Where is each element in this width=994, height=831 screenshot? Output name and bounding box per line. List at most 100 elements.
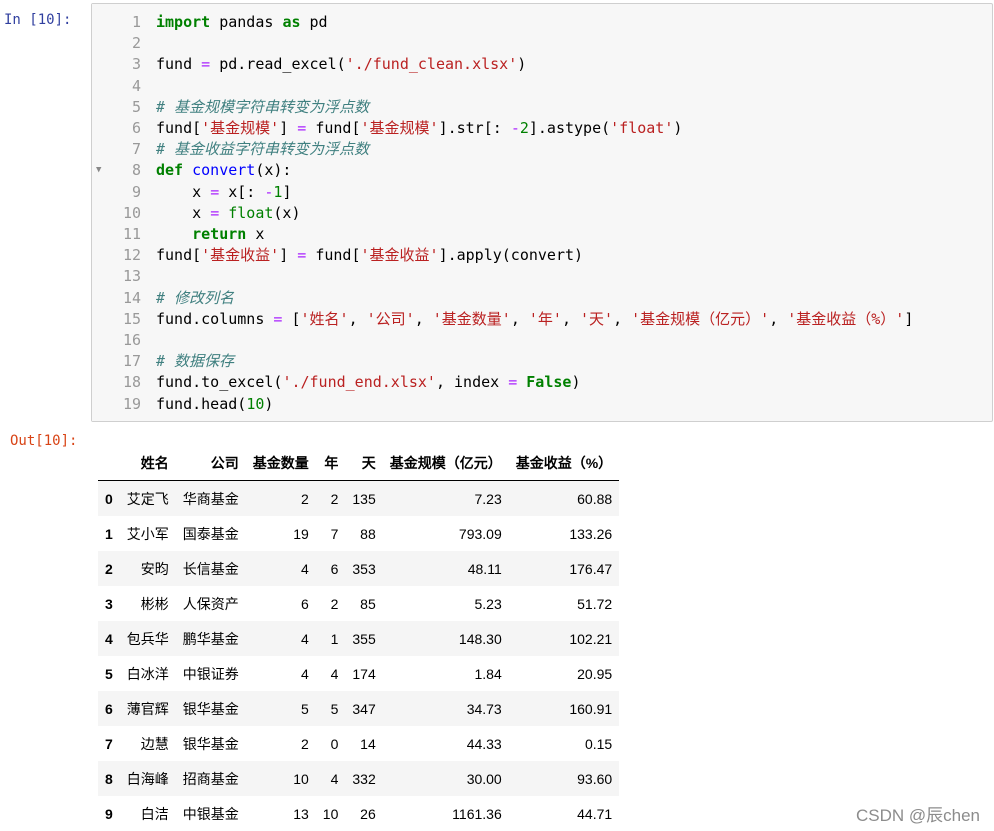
table-cell: 4: [246, 656, 316, 691]
table-cell: 133.26: [509, 516, 619, 551]
code-token: '天': [580, 310, 613, 328]
table-cell: 国泰基金: [176, 516, 246, 551]
code-token: '基金收益': [361, 246, 439, 264]
table-cell: 白洁: [120, 796, 176, 831]
table-cell: 人保资产: [176, 586, 246, 621]
code-token: pd.read_excel(: [210, 55, 345, 73]
table-cell: 银华基金: [176, 691, 246, 726]
code-line: 8▼def convert(x):: [92, 160, 992, 181]
code-token: ].astype(: [529, 119, 610, 137]
table-cell: 安昀: [120, 551, 176, 586]
output-prompt: Out[10]:: [10, 433, 77, 449]
code-line: 15 fund.columns = ['姓名', '公司', '基金数量', '年…: [92, 309, 992, 330]
code-token: # 数据保存: [156, 352, 234, 370]
code-token: return: [192, 225, 246, 243]
code-token: x: [156, 204, 210, 222]
code-token: x: [246, 225, 264, 243]
code-line: 16: [92, 330, 992, 351]
table-cell: 353: [345, 551, 382, 586]
code-token: fund[: [156, 246, 201, 264]
row-index: 6: [98, 691, 120, 726]
code-text: fund.head(10): [156, 394, 273, 415]
code-token: ): [517, 55, 526, 73]
code-line: 14# 修改列名: [92, 288, 992, 309]
line-number: 9: [92, 182, 141, 203]
code-token: fund[: [306, 119, 360, 137]
code-line: 13: [92, 266, 992, 287]
code-token: '基金规模（亿元）': [631, 310, 769, 328]
table-cell: 边慧: [120, 726, 176, 761]
code-token: pd: [301, 13, 328, 31]
column-header: 年: [316, 445, 346, 481]
table-cell: 347: [345, 691, 382, 726]
column-header: 基金收益（%）: [509, 445, 619, 481]
code-cell[interactable]: 1import pandas as pd23fund = pd.read_exc…: [91, 3, 993, 422]
table-cell: 6: [316, 551, 346, 586]
code-token: '基金收益（%）': [787, 310, 904, 328]
code-token: ]: [279, 119, 297, 137]
table-cell: 艾定飞: [120, 481, 176, 517]
chevron-down-icon[interactable]: ▼: [96, 160, 101, 181]
line-number: 7: [92, 139, 141, 160]
code-line: 11 return x: [92, 224, 992, 245]
table-cell: 93.60: [509, 761, 619, 796]
table-cell: 20.95: [509, 656, 619, 691]
table-cell: 4: [316, 656, 346, 691]
column-header: 基金数量: [246, 445, 316, 481]
code-token: ]: [904, 310, 913, 328]
table-cell: 148.30: [383, 621, 509, 656]
input-prompt: In [10]:: [4, 12, 71, 28]
code-token: # 基金收益字符串转变为浮点数: [156, 140, 369, 158]
table-cell: 华商基金: [176, 481, 246, 517]
table-cell: 彬彬: [120, 586, 176, 621]
code-line: 17# 数据保存: [92, 351, 992, 372]
code-token: '年': [529, 310, 562, 328]
table-row: 9白洁中银基金1310261161.3644.71: [98, 796, 619, 831]
line-number: 1: [92, 12, 141, 33]
line-number: 4: [92, 76, 141, 97]
table-cell: 48.11: [383, 551, 509, 586]
row-index: 4: [98, 621, 120, 656]
code-token: =: [508, 373, 517, 391]
code-token: , index: [436, 373, 508, 391]
code-token: '基金收益': [201, 246, 279, 264]
table-cell: 2: [246, 481, 316, 517]
table-cell: 包兵华: [120, 621, 176, 656]
code-token: -: [511, 119, 520, 137]
code-token: [219, 204, 228, 222]
code-text: x = x[: -1]: [156, 182, 291, 203]
table-cell: 10: [316, 796, 346, 831]
code-token: (x): [273, 204, 300, 222]
table-body: 0艾定飞华商基金221357.2360.881艾小军国泰基金19788793.0…: [98, 481, 619, 831]
code-line: 10 x = float(x): [92, 203, 992, 224]
table-row: 6薄官辉银华基金5534734.73160.91: [98, 691, 619, 726]
table-row: 5白冰洋中银证券441741.8420.95: [98, 656, 619, 691]
table-row: 2安昀长信基金4635348.11176.47: [98, 551, 619, 586]
code-token: [517, 373, 526, 391]
code-text: fund.columns = ['姓名', '公司', '基金数量', '年',…: [156, 309, 913, 330]
code-token: fund: [156, 55, 201, 73]
code-text: fund['基金规模'] = fund['基金规模'].str[: -2].as…: [156, 118, 682, 139]
line-number: 15: [92, 309, 141, 330]
code-token: '基金规模': [361, 119, 439, 137]
line-number: 3: [92, 54, 141, 75]
dataframe-output: 姓名公司基金数量年天基金规模（亿元）基金收益（%） 0艾定飞华商基金221357…: [98, 445, 619, 831]
column-header: [98, 445, 120, 481]
code-token: # 基金规模字符串转变为浮点数: [156, 98, 369, 116]
code-line: 2: [92, 33, 992, 54]
table-cell: 160.91: [509, 691, 619, 726]
table-cell: 1161.36: [383, 796, 509, 831]
code-token: pandas: [210, 13, 282, 31]
table-cell: 793.09: [383, 516, 509, 551]
table-cell: 2: [246, 726, 316, 761]
table-cell: 4: [246, 551, 316, 586]
table-cell: 0: [316, 726, 346, 761]
table-cell: 7.23: [383, 481, 509, 517]
table-cell: 174: [345, 656, 382, 691]
code-line: 19fund.head(10): [92, 394, 992, 415]
code-text: def convert(x):: [156, 160, 291, 181]
code-line: 7 # 基金收益字符串转变为浮点数: [92, 139, 992, 160]
column-header: 姓名: [120, 445, 176, 481]
table-cell: 1.84: [383, 656, 509, 691]
table-cell: 19: [246, 516, 316, 551]
